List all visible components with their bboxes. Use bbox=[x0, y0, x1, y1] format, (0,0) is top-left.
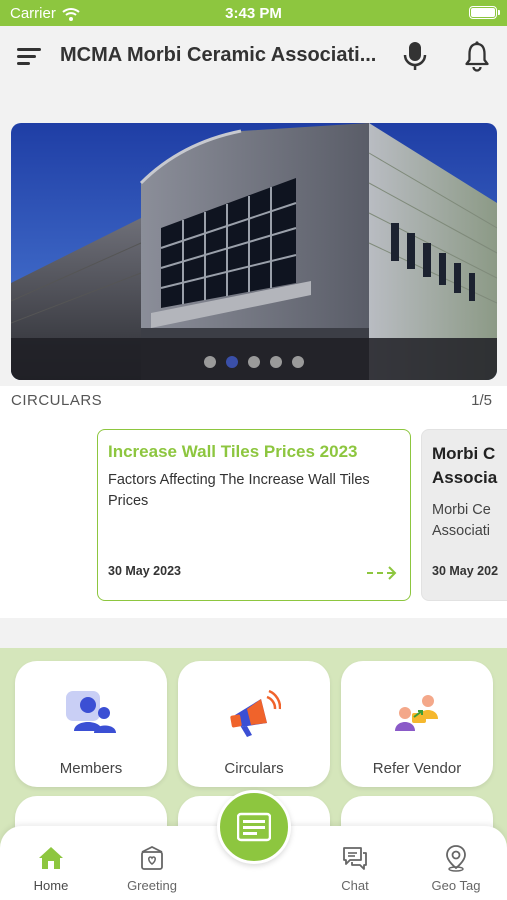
nav-chat-label: Chat bbox=[341, 878, 369, 893]
circular-date: 30 May 2023 bbox=[108, 564, 181, 578]
menu-button[interactable] bbox=[16, 44, 44, 68]
notifications-button[interactable] bbox=[462, 40, 492, 72]
nav-greeting-label: Greeting bbox=[127, 878, 177, 893]
banner-image bbox=[11, 123, 497, 380]
circular-card[interactable]: Morbi C Associa Morbi Ce Associati 30 Ma… bbox=[421, 429, 507, 601]
circulars-tile[interactable]: Circulars bbox=[178, 661, 330, 787]
page-title: MCMA Morbi Ceramic Associati... bbox=[60, 44, 377, 66]
bell-icon bbox=[465, 41, 489, 72]
battery-icon bbox=[469, 6, 500, 19]
circular-card[interactable]: Increase Wall Tiles Prices 2023 Factors … bbox=[97, 429, 411, 601]
carousel-indicators bbox=[11, 356, 497, 368]
status-bar: Carrier 3:43 PM bbox=[0, 0, 507, 26]
nav-geo-tag-label: Geo Tag bbox=[431, 878, 481, 893]
nav-home[interactable]: Home bbox=[6, 844, 96, 893]
megaphone-icon bbox=[230, 689, 281, 737]
app-bar: MCMA Morbi Ceramic Associati... bbox=[0, 26, 507, 88]
circular-description: Morbi Ce Associati bbox=[432, 502, 491, 539]
circulars-page-count: 1/5 bbox=[471, 392, 492, 409]
nav-chat[interactable]: Chat bbox=[310, 844, 400, 893]
refer-vendor-label: Refer Vendor bbox=[372, 760, 462, 777]
greeting-icon bbox=[141, 845, 163, 870]
card-icon bbox=[237, 812, 271, 842]
chat-icon bbox=[343, 847, 367, 870]
hamburger-icon bbox=[17, 48, 41, 65]
banner-carousel[interactable] bbox=[11, 123, 497, 380]
members-icon bbox=[66, 691, 116, 733]
status-time: 3:43 PM bbox=[225, 5, 282, 22]
arrow-right-icon[interactable] bbox=[366, 564, 398, 582]
carousel-dot-active[interactable] bbox=[226, 356, 238, 368]
circular-title: Morbi C Associa bbox=[432, 444, 498, 487]
home-icon bbox=[39, 847, 63, 869]
circulars-section: CIRCULARS 1/5 Increase Wall Tiles Prices… bbox=[0, 386, 507, 618]
members-label: Members bbox=[59, 760, 123, 777]
refer-vendor-tile[interactable]: Refer Vendor bbox=[341, 661, 493, 787]
section-heading: CIRCULARS bbox=[11, 392, 103, 409]
carousel-dot[interactable] bbox=[270, 356, 282, 368]
center-action-button[interactable] bbox=[217, 790, 291, 864]
circular-title: Increase Wall Tiles Prices 2023 bbox=[108, 442, 358, 461]
circular-date: 30 May 202 bbox=[432, 564, 499, 578]
members-tile[interactable]: Members bbox=[15, 661, 167, 787]
refer-vendor-icon bbox=[395, 695, 438, 731]
carousel-dot[interactable] bbox=[292, 356, 304, 368]
nav-geo-tag[interactable]: Geo Tag bbox=[411, 844, 501, 893]
microphone-icon bbox=[403, 42, 427, 70]
nav-home-label: Home bbox=[33, 878, 69, 893]
nav-greeting[interactable]: Greeting bbox=[107, 844, 197, 893]
carousel-dot[interactable] bbox=[204, 356, 216, 368]
carousel-dot[interactable] bbox=[248, 356, 260, 368]
voice-search-button[interactable] bbox=[400, 40, 430, 72]
location-pin-icon bbox=[446, 845, 466, 872]
circulars-label: Circulars bbox=[224, 760, 284, 777]
circular-description: Factors Affecting The Increase Wall Tile… bbox=[108, 472, 370, 509]
